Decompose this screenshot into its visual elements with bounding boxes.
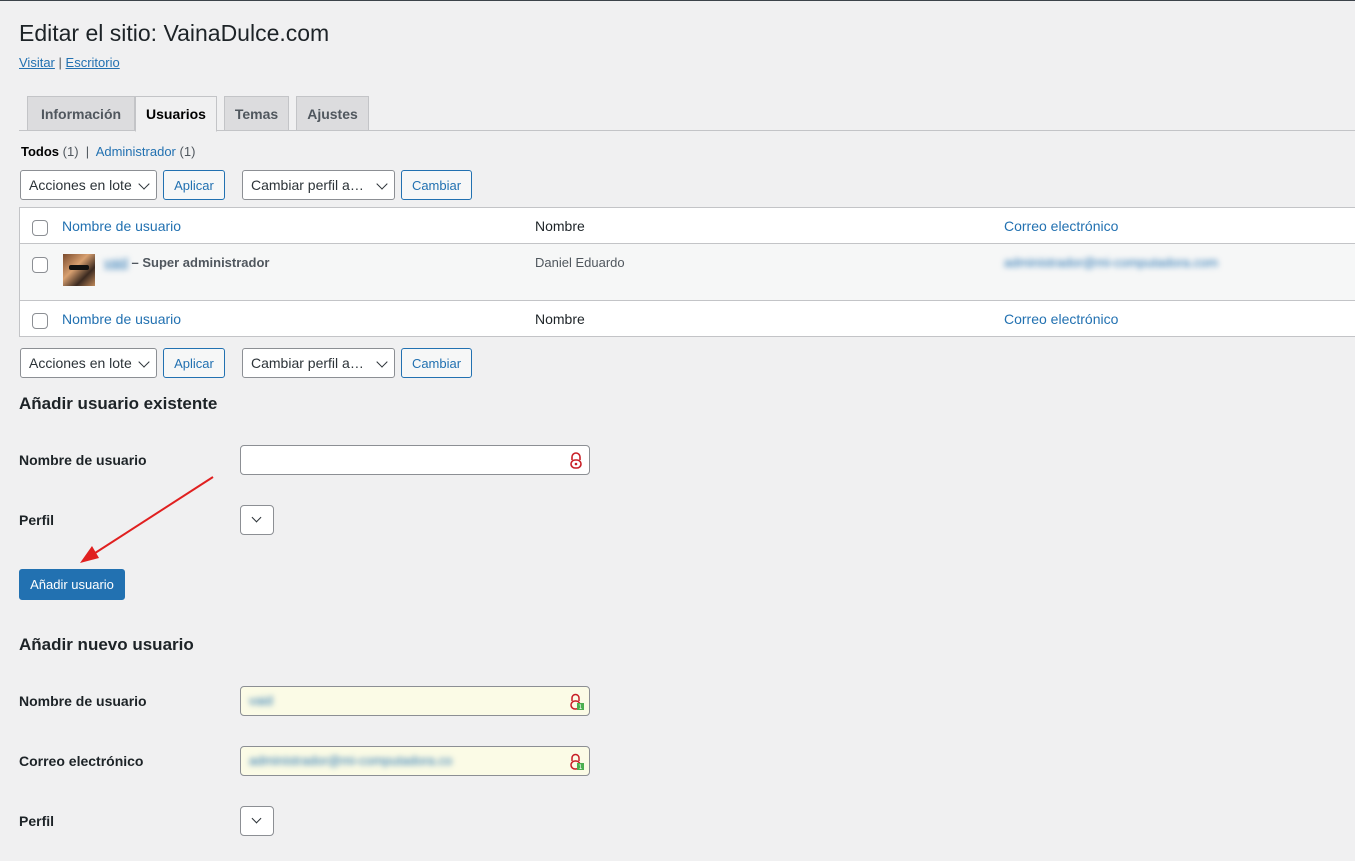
chevron-down-icon (251, 813, 262, 824)
role-filter: Todos (1) | Administrador (1) (21, 144, 195, 159)
table-row: vaid – Super administrador Daniel Eduard… (20, 244, 1355, 300)
bulk-actions-select-bottom[interactable]: Acciones en lote (20, 348, 157, 378)
column-username[interactable]: Nombre de usuario (62, 218, 181, 234)
add-existing-heading: Añadir usuario existente (19, 394, 218, 413)
change-button-bottom[interactable]: Cambiar (401, 348, 472, 378)
select-all-checkbox-footer[interactable] (32, 313, 48, 329)
column-username-footer[interactable]: Nombre de usuario (62, 311, 181, 327)
change-role-select-top[interactable]: Cambiar perfil a… (242, 170, 395, 200)
filter-all[interactable]: Todos (21, 144, 59, 159)
change-button-top[interactable]: Cambiar (401, 170, 472, 200)
new-role-select[interactable] (240, 806, 274, 836)
chevron-down-icon (251, 512, 262, 523)
apply-button-top[interactable]: Aplicar (163, 170, 225, 200)
tab-temas[interactable]: Temas (224, 96, 289, 131)
add-new-heading: Añadir nuevo usuario (19, 635, 194, 654)
row-checkbox[interactable] (32, 257, 48, 273)
password-manager-lock-icon[interactable] (569, 452, 583, 470)
existing-role-select[interactable] (240, 505, 274, 535)
column-email-footer[interactable]: Correo electrónico (1004, 311, 1118, 327)
column-name: Nombre (535, 218, 585, 234)
existing-username-input[interactable] (240, 445, 590, 475)
new-email-label: Correo electrónico (19, 753, 144, 769)
dashboard-link[interactable]: Escritorio (66, 55, 120, 70)
filter-separator: | (85, 144, 90, 159)
chevron-down-icon (376, 178, 388, 190)
row-name: Daniel Eduardo (535, 255, 625, 270)
new-role-label: Perfil (19, 813, 55, 829)
chevron-down-icon (376, 356, 388, 368)
title-links: Visitar | Escritorio (19, 55, 120, 70)
add-user-button[interactable]: Añadir usuario (19, 569, 125, 600)
password-manager-lock-icon[interactable]: 1 (568, 693, 586, 711)
svg-text:1: 1 (579, 704, 583, 711)
new-username-value: vaid (249, 693, 273, 708)
filter-admin-count: (1) (179, 144, 196, 159)
new-email-input[interactable]: administrador@mi-computadora.co 1 (240, 746, 590, 776)
column-name-footer: Nombre (535, 311, 585, 327)
new-email-value: administrador@mi-computadora.co (249, 753, 453, 768)
existing-role-label: Perfil (19, 512, 55, 528)
change-role-select-bottom[interactable]: Cambiar perfil a… (242, 348, 395, 378)
select-all-checkbox[interactable] (32, 220, 48, 236)
new-username-label: Nombre de usuario (19, 693, 147, 709)
role-suffix: – Super administrador (131, 255, 270, 270)
tab-bar: Información Usuarios Temas Ajustes (19, 96, 1355, 132)
svg-text:1: 1 (579, 764, 583, 771)
chevron-down-icon (138, 178, 150, 190)
row-username: vaid – Super administrador (104, 255, 269, 270)
table-header: Nombre de usuario Nombre Correo electrón… (20, 208, 1355, 244)
visit-link[interactable]: Visitar (19, 55, 55, 70)
avatar (63, 254, 95, 286)
bulk-actions-value: Acciones en lote (29, 355, 132, 371)
tab-ajustes[interactable]: Ajustes (296, 96, 369, 131)
page-title: Editar el sitio: VainaDulce.com (19, 20, 330, 46)
new-username-input[interactable]: vaid 1 (240, 686, 590, 716)
column-email[interactable]: Correo electrónico (1004, 218, 1118, 234)
filter-admin[interactable]: Administrador (96, 144, 176, 159)
change-role-value: Cambiar perfil a… (251, 177, 364, 193)
password-manager-lock-icon[interactable]: 1 (568, 753, 586, 771)
apply-button-bottom[interactable]: Aplicar (163, 348, 225, 378)
filter-all-count: (1) (62, 144, 79, 159)
chevron-down-icon (138, 356, 150, 368)
existing-username-label: Nombre de usuario (19, 452, 147, 468)
row-email[interactable]: administrador@mi-computadora.com (1004, 255, 1218, 270)
table-footer: Nombre de usuario Nombre Correo electrón… (20, 300, 1355, 336)
bulk-actions-value: Acciones en lote (29, 177, 132, 193)
tab-informacion[interactable]: Información (27, 96, 135, 131)
users-table: Nombre de usuario Nombre Correo electrón… (19, 207, 1355, 337)
change-role-value: Cambiar perfil a… (251, 355, 364, 371)
username-link[interactable]: vaid (104, 255, 128, 270)
title-links-separator: | (58, 55, 62, 70)
bulk-actions-select-top[interactable]: Acciones en lote (20, 170, 157, 200)
tab-usuarios[interactable]: Usuarios (135, 96, 217, 132)
